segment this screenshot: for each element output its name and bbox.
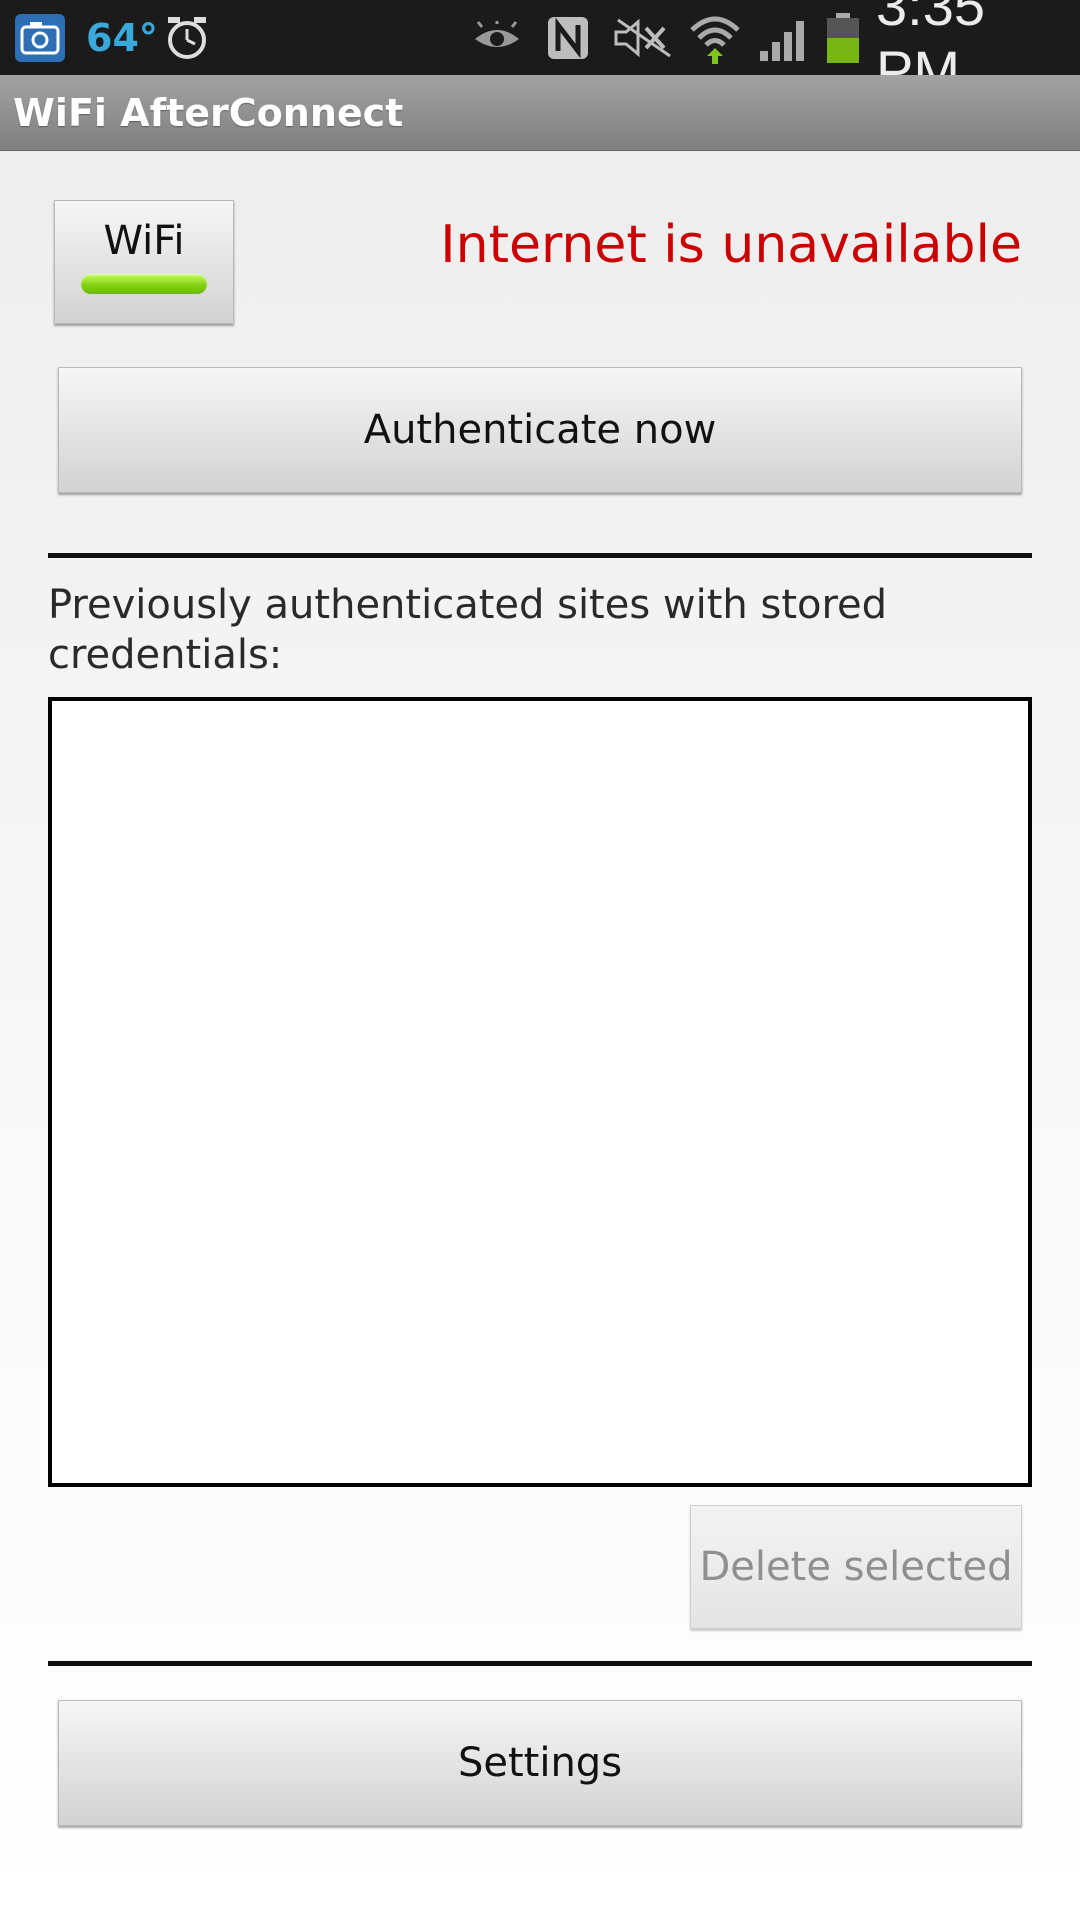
connection-status-text: Internet is unavailable <box>440 215 1022 275</box>
app-title-bar: WiFi AfterConnect <box>0 75 1080 151</box>
clock-time: 3:35 PM <box>876 0 985 102</box>
camera-icon <box>14 0 66 75</box>
status-bar: 64° 3:35 PM <box>0 0 1080 102</box>
alarm-clock-icon <box>164 0 210 75</box>
mute-icon <box>612 0 674 75</box>
wifi-status-indicator <box>81 274 207 294</box>
temperature-readout: 64° <box>86 15 158 60</box>
authenticate-now-button[interactable]: Authenticate now <box>58 367 1022 493</box>
wifi-toggle-label: WiFi <box>103 218 185 264</box>
divider-bottom <box>48 1661 1032 1666</box>
app-title: WiFi AfterConnect <box>13 90 404 135</box>
battery-icon <box>824 0 862 75</box>
delete-selected-button[interactable]: Delete selected <box>690 1505 1022 1629</box>
stored-sites-label: Previously authenticated sites with stor… <box>48 582 888 678</box>
nfc-icon <box>546 0 590 75</box>
eye-icon <box>472 0 522 75</box>
stored-sites-list[interactable] <box>48 697 1032 1487</box>
wifi-toggle-button[interactable]: WiFi <box>54 200 234 324</box>
wifi-icon <box>688 0 742 75</box>
divider-top <box>48 553 1032 558</box>
signal-icon <box>758 0 810 75</box>
settings-button[interactable]: Settings <box>58 1700 1022 1826</box>
